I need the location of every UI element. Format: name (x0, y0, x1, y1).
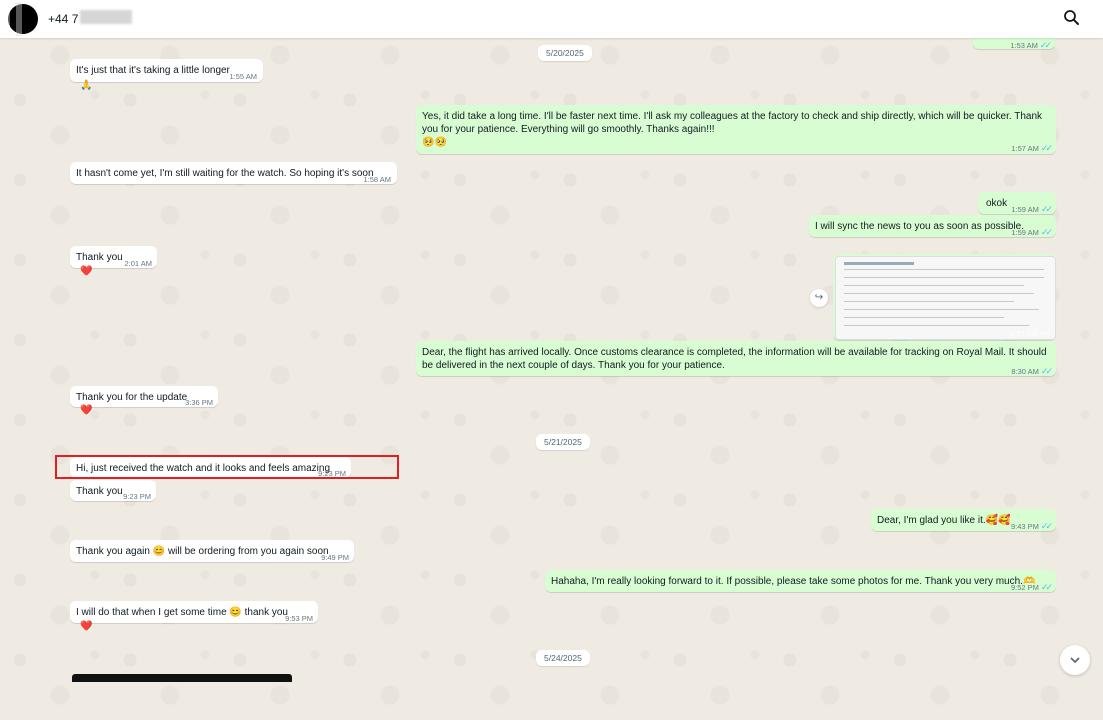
message-text: Dear, the flight has arrived locally. On… (422, 347, 1047, 371)
message-bubble-outgoing[interactable]: Dear, I'm glad you like it.🥰🥰 9:43 PM ✓✓ (871, 509, 1056, 531)
read-ticks-icon: ✓✓ (1040, 204, 1053, 214)
image-header-bar (844, 262, 914, 265)
message-time: 9:49 PM (321, 553, 349, 562)
message-text: I will do that when I get some time 😊 th… (76, 607, 288, 618)
message-bubble-incoming[interactable]: Thank you again 😊 will be ordering from … (70, 540, 354, 562)
message-time: 9:43 PM ✓✓ (1010, 521, 1053, 531)
read-ticks-icon: ✓✓ (1040, 582, 1053, 592)
message-bubble-outgoing[interactable]: Hahaha, I'm really looking forward to it… (545, 570, 1056, 592)
annotation-highlight-box (55, 455, 399, 479)
message-bubble-incoming[interactable]: Thank you 9:23 PM (70, 480, 156, 501)
contact-redaction (80, 10, 132, 24)
message-bubble-outgoing[interactable]: okok 1:59 AM ✓✓ (978, 192, 1056, 214)
message-time: 2:01 AM (124, 259, 152, 268)
reaction-heart-icon[interactable]: ❤️ (80, 405, 92, 416)
date-chip: 5/21/2025 (536, 434, 590, 450)
message-bubble-outgoing[interactable]: Yes, it did take a long time. I'll be fa… (416, 105, 1056, 154)
media-message-preview[interactable] (72, 674, 292, 682)
message-text: Dear, I'm glad you like it.🥰🥰 (877, 515, 1011, 526)
reaction-pray-icon[interactable]: 🙏 (80, 80, 92, 91)
message-text: okok (986, 198, 1008, 209)
image-row (844, 293, 1034, 294)
message-time: 1:53 AM ✓✓ (1010, 40, 1052, 50)
avatar-redaction (4, 2, 38, 36)
message-bubble-incoming[interactable]: It's just that it's taking a little long… (70, 59, 263, 82)
message-emoji: 🥺🥺 (422, 137, 447, 148)
message-time: 1:57 AM ✓✓ (1011, 143, 1053, 153)
date-chip: 5/24/2025 (536, 650, 590, 666)
search-button[interactable] (1062, 8, 1082, 28)
image-row (844, 277, 1044, 278)
scroll-to-bottom-button[interactable] (1060, 645, 1090, 675)
message-time: 8:27 AM ✓✓ (1010, 328, 1052, 338)
message-text: It hasn't come yet, I'm still waiting fo… (76, 168, 374, 179)
image-row (844, 309, 1039, 310)
chat-header: +44 7 (0, 0, 1103, 38)
read-ticks-icon: ✓✓ (1040, 143, 1053, 153)
image-row (844, 269, 1044, 270)
message-text: Yes, it did take a long time. I'll be fa… (422, 111, 1043, 135)
reaction-heart-icon[interactable]: ❤️ (80, 621, 92, 632)
message-text: Thank you (76, 252, 123, 263)
message-text: I will sync the news to you as soon as p… (815, 221, 1024, 232)
message-time: 8:30 AM ✓✓ (1011, 366, 1053, 376)
message-time: 9:53 PM (285, 614, 313, 623)
read-ticks-icon: ✓✓ (1040, 521, 1053, 531)
message-text: Thank you again 😊 will be ordering from … (76, 546, 329, 557)
message-time: 1:59 AM ✓✓ (1011, 227, 1053, 237)
message-text: Thank you (76, 486, 123, 497)
chevron-down-icon (1070, 657, 1080, 664)
read-ticks-icon: ✓✓ (1040, 366, 1053, 376)
image-row (844, 301, 1014, 302)
message-time: 3:36 PM (185, 398, 213, 407)
message-text: Thank you for the update (76, 392, 188, 403)
search-icon (1064, 10, 1079, 25)
message-text: Hahaha, I'm really looking forward to it… (551, 576, 1036, 587)
date-chip: 5/20/2025 (538, 45, 592, 61)
message-bubble-incoming[interactable]: I will do that when I get some time 😊 th… (70, 601, 318, 623)
message-time: 1:58 AM (363, 175, 391, 184)
forward-button[interactable]: ↪ (810, 289, 828, 307)
message-time: 9:52 PM ✓✓ (1010, 582, 1053, 592)
forward-icon: ↪ (814, 292, 824, 303)
read-ticks-icon: ✓✓ (1040, 227, 1053, 237)
message-bubble-incoming[interactable]: Thank you 2:01 AM (70, 246, 157, 268)
image-row (844, 285, 1024, 286)
read-ticks-icon: ✓✓ (1039, 328, 1052, 338)
image-row (844, 317, 1004, 318)
message-time: 9:23 PM (123, 492, 151, 501)
reaction-heart-icon[interactable]: ❤️ (80, 266, 92, 277)
message-bubble-incoming[interactable]: It hasn't come yet, I'm still waiting fo… (70, 162, 397, 184)
image-row (844, 325, 1029, 326)
message-bubble-outgoing[interactable]: Dear, the flight has arrived locally. On… (416, 341, 1056, 376)
message-time: 1:55 AM (229, 72, 257, 81)
read-ticks-icon: ✓✓ (1039, 40, 1052, 50)
contact-name[interactable]: +44 7 (48, 12, 78, 26)
message-bubble-outgoing[interactable]: I will sync the news to you as soon as p… (809, 215, 1056, 237)
message-text: It's just that it's taking a little long… (76, 65, 230, 76)
message-bubble-incoming[interactable]: Thank you for the update 3:36 PM (70, 386, 218, 407)
